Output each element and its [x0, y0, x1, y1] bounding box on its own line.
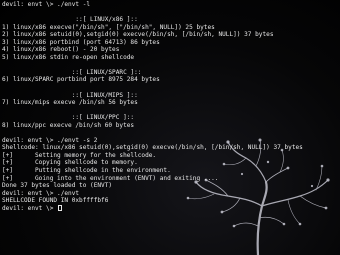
shellcode-option-line: 8) linux/ppc execve /bin/sh 60 bytes [2, 121, 135, 129]
terminal-output: devil: envt \> ./envt -l ::[ LINUX/x86 ]… [2, 1, 303, 212]
prompt-line: devil: envt \> ./envt [2, 189, 80, 197]
status-line: [+] Putting shellcode in the environment… [2, 167, 171, 175]
prompt-line: devil: envt \> ./envt -l [2, 1, 91, 8]
blank-line [2, 129, 303, 137]
blank-line [2, 9, 303, 17]
terminal-window[interactable]: devil: envt \> ./envt -l ::[ LINUX/x86 ]… [0, 0, 340, 255]
section-header-line: ::[ LINUX/MIPS ]:: [2, 91, 138, 99]
shellcode-option-line: 6) linux/SPARC portbind port 8975 284 by… [2, 76, 160, 84]
prompt-line: devil: envt \> ./envt -s 2 [2, 136, 98, 144]
shellcode-option-line: 2) linux/x86 setuid(0),setgid(0) execve(… [2, 31, 274, 39]
section-header-line: ::[ LINUX/PPC ]:: [2, 114, 135, 122]
status-line: [+] Going into the environment (ENVT) an… [2, 174, 219, 182]
shellcode-option-line: 7) linux/mips execve /bin/sh 56 bytes [2, 99, 138, 107]
status-line: [+] Setting memory for the shellcode. [2, 151, 157, 159]
shellcode-option-line: 1) linux/x86 execve("/bin/sh", ["/bin/sh… [2, 23, 215, 31]
shellcode-option-line: 5) linux/x86 stdin re-open shellcode [2, 53, 135, 61]
status-line: [+] Copying shellcode to memory. [2, 159, 138, 167]
text-cursor [58, 204, 62, 211]
prompt-text: devil: envt \> [2, 204, 58, 212]
output-line: Done 37 bytes loaded to (ENVT) [2, 182, 113, 190]
blank-line [2, 61, 303, 69]
section-header-line: ::[ LINUX/x86 ]:: [2, 16, 138, 24]
output-line: SHELLCODE FOUND IN 0xbffffbf6 [2, 197, 109, 205]
section-header-line: ::[ LINUX/SPARC ]:: [2, 68, 142, 76]
shellcode-option-line: 4) linux/x86 reboot() - 20 bytes [2, 46, 120, 54]
blank-line [2, 84, 303, 92]
blank-line [2, 107, 303, 115]
output-line: Shellcode: linux/x86 setuid(0),setgid(0)… [2, 144, 303, 152]
shellcode-option-line: 3) linux/x86 portbind (port 64713) 86 by… [2, 38, 160, 46]
active-prompt-line[interactable]: devil: envt \> [2, 204, 303, 213]
